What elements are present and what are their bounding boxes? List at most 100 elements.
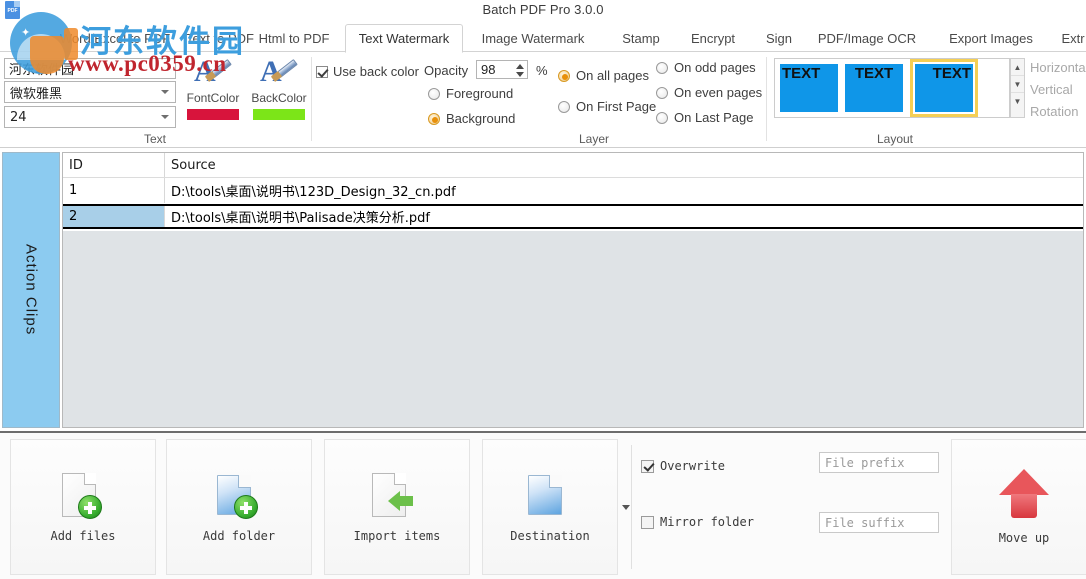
stepper-arrows[interactable] [515,62,525,79]
group-divider [311,57,312,141]
back-color-button[interactable]: A BackColor [248,57,310,93]
layout-cell-right[interactable]: TEXT [915,64,973,112]
main-content-area: Action Clips ID Source 1 D:\tools\桌面\说明书… [0,149,1086,431]
file-prefix-placeholder: File prefix [825,456,904,470]
on-first-page-label: On First Page [576,99,656,114]
stepper-down-icon[interactable] [516,72,524,77]
chevron-down-icon [161,115,169,119]
tab-image-watermark[interactable]: Image Watermark [468,24,598,52]
file-list-grid[interactable]: ID Source 1 D:\tools\桌面\说明书\123D_Design_… [62,152,1084,428]
move-up-label: Move up [999,531,1050,545]
grid-empty-area [63,231,1083,428]
file-suffix-input[interactable]: File suffix [819,512,939,533]
tab-encrypt[interactable]: Encrypt [680,24,746,52]
layout-group-title: Layout [770,132,1020,146]
radio-dot [558,70,570,82]
back-color-label: BackColor [248,91,310,105]
window-title: Batch PDF Pro 3.0.0 [0,2,1086,17]
move-up-button[interactable]: Move up [951,439,1086,575]
destination-label: Destination [510,529,589,543]
font-color-swatch[interactable] [187,109,239,120]
side-tab-action-clips[interactable]: Action Clips [2,152,60,428]
background-label: Background [446,111,515,126]
checkbox-box [316,66,328,78]
layout-option-rotation[interactable]: Rotation [1030,104,1078,119]
tab-word-excel-to-pdf[interactable]: Word/Excel to PDF [55,24,175,52]
font-size-value: 24 [10,110,27,125]
table-row[interactable]: 1 D:\tools\桌面\说明书\123D_Design_32_cn.pdf [63,178,1083,203]
checkbox-box [641,460,654,473]
tab-stamp[interactable]: Stamp [612,24,670,52]
tab-export-images[interactable]: Export Images [937,24,1045,52]
radio-background[interactable]: Background [428,111,515,126]
back-color-swatch[interactable] [253,109,305,120]
watermark-text-input[interactable]: 河东软件园 [4,58,176,79]
mirror-folder-label: Mirror folder [660,515,754,529]
tab-sign[interactable]: Sign [755,24,803,52]
radio-dot [656,87,668,99]
destination-button[interactable]: Destination [482,439,618,575]
ribbon-body: 河东软件园 微软雅黑 24 A FontColor A BackCo [0,52,1086,148]
layout-gallery[interactable]: TEXT TEXT TEXT [774,58,1010,118]
add-files-button[interactable]: Add files [10,439,156,575]
side-tab-label: Action Clips [23,244,40,335]
scroll-down-icon[interactable]: ▼ [1011,76,1024,93]
stepper-up-icon[interactable] [516,64,524,69]
font-color-button[interactable]: A FontColor [182,57,244,93]
ribbon-group-layer: Opacity 98 % Foreground Background On al… [424,52,764,148]
application-window: PDF Batch PDF Pro 3.0.0 Word/Excel to PD… [0,0,1086,579]
grid-header-id: ID [63,153,165,177]
layout-cell-left[interactable]: TEXT [780,64,838,112]
font-family-combo[interactable]: 微软雅黑 [4,81,176,103]
toolbar-divider [631,445,632,569]
ribbon-group-layout: TEXT TEXT TEXT ▲ ▼ ▼ Horizontal Vertical… [770,52,1086,148]
row-source: D:\tools\桌面\说明书\Palisade决策分析.pdf [165,206,1083,227]
radio-on-last-page[interactable]: On Last Page [656,110,754,125]
tab-pdf-image-ocr[interactable]: PDF/Image OCR [808,24,926,52]
add-folder-button[interactable]: Add folder [166,439,312,575]
file-suffix-placeholder: File suffix [825,516,904,530]
overwrite-label: Overwrite [660,459,725,473]
radio-foreground[interactable]: Foreground [428,86,513,101]
destination-dropdown-icon[interactable] [622,505,630,510]
font-color-label: FontColor [182,91,244,105]
table-row[interactable]: 2 D:\tools\桌面\说明书\Palisade决策分析.pdf [63,204,1083,229]
add-folder-label: Add folder [203,529,275,543]
file-prefix-input[interactable]: File prefix [819,452,939,473]
add-files-label: Add files [50,529,115,543]
radio-on-even-pages[interactable]: On even pages [656,85,762,100]
opacity-stepper[interactable]: 98 [476,60,528,79]
grid-header-row: ID Source [63,153,1083,178]
use-back-color-checkbox[interactable]: Use back color [316,64,419,79]
opacity-label: Opacity [424,63,468,78]
font-family-value: 微软雅黑 [10,83,62,102]
font-color-icon: A [182,57,244,93]
scroll-end-icon[interactable]: ▼ [1011,93,1024,110]
font-size-combo[interactable]: 24 [4,106,176,128]
import-items-icon [370,471,424,521]
tab-html-to-pdf[interactable]: Html to PDF [248,24,340,52]
destination-folder-icon [523,471,577,521]
on-last-page-label: On Last Page [674,110,754,125]
tab-extract[interactable]: Extr [1055,24,1086,52]
radio-on-first-page[interactable]: On First Page [558,99,656,114]
layout-cell-center[interactable]: TEXT [845,64,903,112]
mirror-folder-checkbox[interactable]: Mirror folder [641,515,754,529]
scroll-up-icon[interactable]: ▲ [1011,59,1024,76]
overwrite-checkbox[interactable]: Overwrite [641,459,725,473]
on-even-pages-label: On even pages [674,85,762,100]
opacity-value: 98 [481,62,495,77]
import-items-button[interactable]: Import items [324,439,470,575]
layout-option-horizontal[interactable]: Horizontal [1030,60,1086,75]
radio-on-all-pages[interactable]: On all pages [558,68,649,83]
title-bar: PDF Batch PDF Pro 3.0.0 [0,0,1086,24]
radio-dot [428,88,440,100]
layout-option-vertical[interactable]: Vertical [1030,82,1073,97]
add-folder-icon [212,471,266,521]
radio-dot [656,112,668,124]
row-id: 1 [63,178,165,203]
tab-text-watermark[interactable]: Text Watermark [345,24,463,53]
radio-on-odd-pages[interactable]: On odd pages [656,60,756,75]
layout-gallery-scroll[interactable]: ▲ ▼ ▼ [1010,58,1025,118]
row-source: D:\tools\桌面\说明书\123D_Design_32_cn.pdf [165,178,1083,203]
